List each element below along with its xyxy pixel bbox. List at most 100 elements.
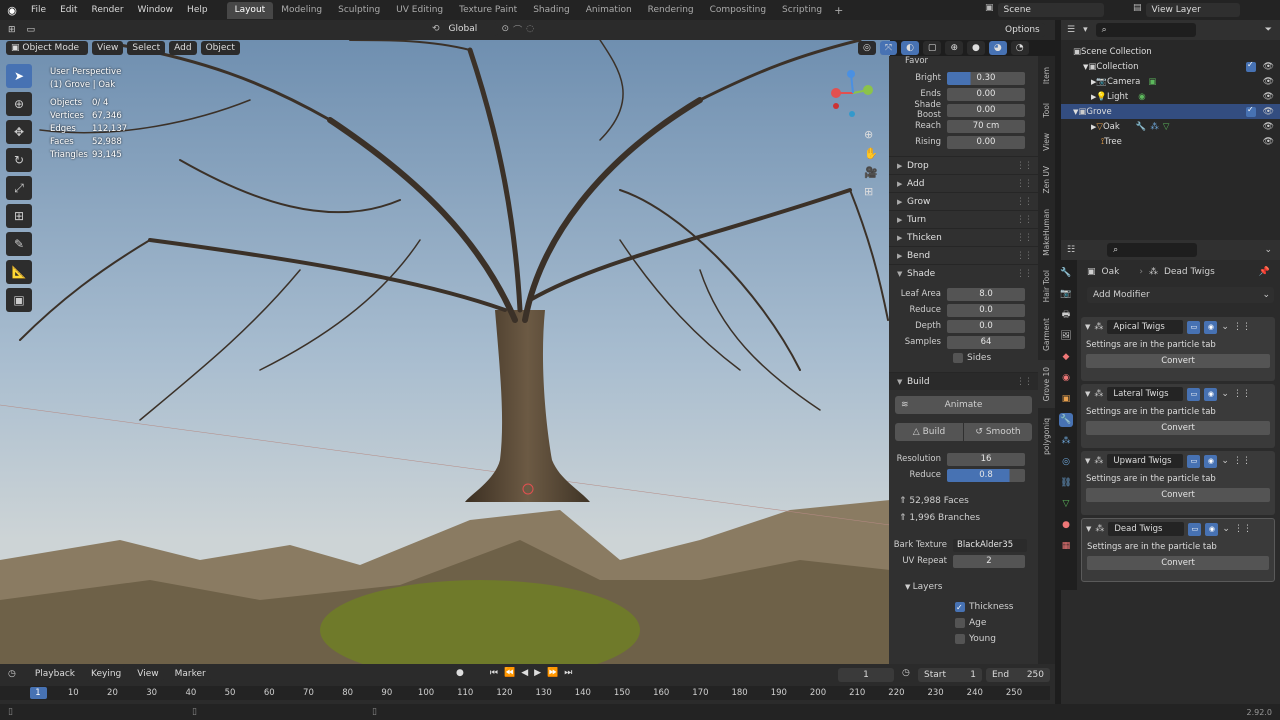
- build-button[interactable]: △ Build: [895, 423, 963, 441]
- modifier-name-field[interactable]: Dead Twigs: [1108, 522, 1185, 536]
- drag-handle-icon[interactable]: ⋮⋮: [1233, 456, 1251, 466]
- navigation-gizmo[interactable]: [826, 66, 880, 120]
- material-tab-icon[interactable]: ●: [1059, 518, 1073, 532]
- prev-key-icon[interactable]: ⏪: [504, 668, 515, 678]
- smooth-button[interactable]: ↺ Smooth: [964, 423, 1032, 441]
- menu-add[interactable]: Add: [169, 41, 197, 55]
- camera-view-icon[interactable]: 🎥: [864, 166, 878, 179]
- pin-icon[interactable]: 📌: [1259, 267, 1280, 277]
- menu-timeline-view[interactable]: View: [132, 667, 164, 681]
- sides-checkbox[interactable]: [953, 353, 963, 363]
- start-frame-field[interactable]: Start 1: [918, 668, 982, 682]
- samples-field[interactable]: 64: [947, 335, 1025, 349]
- menu-select[interactable]: Select: [127, 41, 166, 55]
- render-display-icon[interactable]: ◉: [1204, 320, 1218, 334]
- modifier-name-field[interactable]: Lateral Twigs: [1107, 387, 1184, 401]
- modifier-name-field[interactable]: Upward Twigs: [1107, 454, 1184, 468]
- eye-icon[interactable]: 👁: [1263, 137, 1274, 147]
- drag-handle-icon[interactable]: ⋮⋮: [1233, 322, 1251, 332]
- properties-editor-icon[interactable]: ☷: [1067, 245, 1075, 255]
- tab-makehuman[interactable]: MakeHuman: [1038, 204, 1055, 260]
- orientation-dropdown[interactable]: Global: [443, 22, 498, 36]
- measure-tool-icon[interactable]: 📐: [6, 260, 32, 284]
- section-grow[interactable]: ▶ Grow ⋮⋮: [889, 192, 1038, 210]
- snap-icon[interactable]: ⌒: [513, 23, 522, 36]
- data-tab-icon[interactable]: ▽: [1059, 497, 1073, 511]
- drag-handle-icon[interactable]: ⋮⋮: [1016, 179, 1033, 189]
- tab-polygoniq[interactable]: polygoniq: [1038, 412, 1055, 460]
- chevron-down-icon[interactable]: ⌄: [1222, 524, 1230, 534]
- tab-item[interactable]: Item: [1038, 60, 1055, 92]
- record-icon[interactable]: ●: [456, 668, 464, 678]
- tab-shading[interactable]: Shading: [525, 2, 578, 19]
- drag-handle-icon[interactable]: ⋮⋮: [1016, 197, 1033, 207]
- rotate-tool-icon[interactable]: ↻: [6, 148, 32, 172]
- end-frame-field[interactable]: End 250: [986, 668, 1050, 682]
- drag-handle-icon[interactable]: ⋮⋮: [1234, 524, 1252, 534]
- visibility-icon[interactable]: ◎: [858, 41, 876, 55]
- physics-tab-icon[interactable]: ◎: [1059, 455, 1073, 469]
- drag-handle-icon[interactable]: ⋮⋮: [1016, 233, 1033, 243]
- convert-button[interactable]: Convert: [1086, 488, 1270, 502]
- modifier-name-field[interactable]: Apical Twigs: [1107, 320, 1184, 334]
- wireframe-shading-icon[interactable]: ⊕: [945, 41, 963, 55]
- convert-button[interactable]: Convert: [1087, 556, 1269, 570]
- current-frame-field[interactable]: 1: [838, 668, 894, 682]
- scene-tab-icon[interactable]: ◆: [1059, 350, 1073, 364]
- grove-exclude-checkbox[interactable]: [1246, 105, 1256, 117]
- bark-texture-dropdown[interactable]: BlackAlder35: [953, 538, 1027, 552]
- clock-icon[interactable]: ◷: [902, 668, 910, 678]
- transform-tool-icon[interactable]: ⊞: [6, 204, 32, 228]
- rendered-shading-icon[interactable]: ◔: [1010, 41, 1029, 55]
- tool-tab-icon[interactable]: 🔧: [1059, 266, 1073, 280]
- tab-rendering[interactable]: Rendering: [640, 2, 702, 19]
- select-tool-icon[interactable]: ➤: [6, 64, 32, 88]
- menu-view[interactable]: View: [92, 41, 124, 55]
- tab-scripting[interactable]: Scripting: [774, 2, 830, 19]
- scene-field[interactable]: Scene: [997, 3, 1104, 17]
- solid-shading-icon[interactable]: ●: [966, 41, 985, 55]
- realtime-display-icon[interactable]: ▭: [1187, 387, 1201, 401]
- realtime-display-icon[interactable]: ▭: [1187, 320, 1201, 334]
- proportional-icon[interactable]: ◌: [526, 24, 534, 34]
- ends-field[interactable]: 0.00: [947, 87, 1025, 101]
- drag-handle-icon[interactable]: ⋮⋮: [1233, 389, 1251, 399]
- material-shading-icon[interactable]: ◕: [988, 41, 1007, 55]
- chevron-down-icon[interactable]: ▼: [1085, 457, 1090, 465]
- scene-icon[interactable]: ▣: [985, 3, 994, 17]
- ortho-grid-icon[interactable]: ⊞: [864, 185, 878, 198]
- section-thicken[interactable]: ▶ Thicken ⋮⋮: [889, 228, 1038, 246]
- mode-dropdown[interactable]: ▣ Object Mode: [6, 41, 88, 55]
- xray-icon[interactable]: ▢: [922, 41, 942, 55]
- young-checkbox[interactable]: [955, 633, 965, 644]
- scale-tool-icon[interactable]: ⤢: [6, 176, 32, 200]
- outliner-row-oak[interactable]: ▶ ▽ Oak 🔧 ⁂ ▽ 👁: [1061, 119, 1280, 134]
- tab-hair-tool[interactable]: Hair Tool: [1038, 264, 1055, 308]
- animate-button[interactable]: ≋ Animate: [895, 396, 1032, 414]
- menu-help[interactable]: Help: [180, 0, 215, 20]
- blender-logo-icon[interactable]: ◉: [0, 4, 24, 17]
- menu-render[interactable]: Render: [85, 0, 131, 20]
- zoom-icon[interactable]: ⊕: [864, 128, 878, 141]
- section-turn[interactable]: ▶ Turn ⋮⋮: [889, 210, 1038, 228]
- reach-field[interactable]: 70 cm: [947, 119, 1025, 133]
- render-display-icon[interactable]: ◉: [1204, 387, 1218, 401]
- add-cube-tool-icon[interactable]: ▣: [6, 288, 32, 312]
- bright-slider[interactable]: 0.30: [947, 71, 1025, 85]
- tab-tool[interactable]: Tool: [1038, 96, 1055, 124]
- drag-handle-icon[interactable]: ⋮⋮: [1016, 215, 1033, 225]
- texture-tab-icon[interactable]: ▦: [1059, 539, 1073, 553]
- section-drop[interactable]: ▶ Drop ⋮⋮: [889, 156, 1038, 174]
- leaf-area-field[interactable]: 8.0: [947, 287, 1025, 301]
- chevron-down-icon[interactable]: ⌄: [1221, 322, 1229, 332]
- resolution-field[interactable]: 16: [947, 452, 1025, 466]
- add-modifier-dropdown[interactable]: Add Modifier ⌄: [1087, 287, 1274, 303]
- select-box-icon[interactable]: ▭: [21, 23, 41, 37]
- outliner-row-grove[interactable]: ▼ ▣ Grove👁: [1061, 104, 1280, 119]
- view-layer-field[interactable]: View Layer: [1145, 3, 1240, 17]
- section-bend[interactable]: ▶ Bend ⋮⋮: [889, 246, 1038, 264]
- tab-layout[interactable]: Layout: [226, 1, 274, 19]
- outliner-row-tree[interactable]: ⟟ Tree 👁: [1061, 134, 1280, 149]
- layers-header[interactable]: ▼ Layers: [889, 579, 1038, 595]
- properties-search-input[interactable]: ⌕: [1107, 243, 1198, 257]
